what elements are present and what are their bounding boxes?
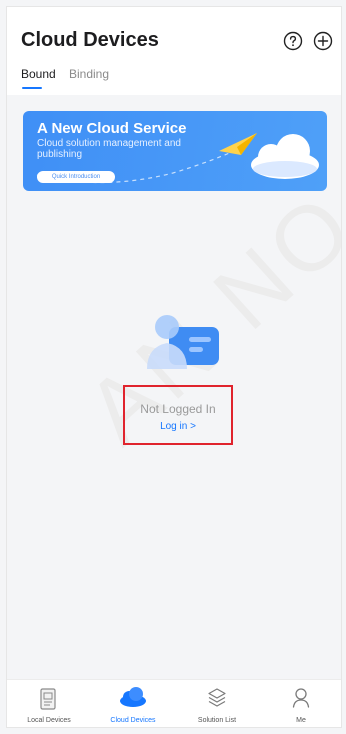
not-logged-in-illustration-icon <box>145 313 225 380</box>
nav-label-cloud-devices: Cloud Devices <box>110 717 156 724</box>
cloud-service-banner[interactable]: A New Cloud Service Cloud solution manag… <box>23 111 327 191</box>
help-circle-icon[interactable] <box>283 31 303 51</box>
page-title: Cloud Devices <box>21 29 159 51</box>
nav-label-me: Me <box>296 717 306 724</box>
banner-title: A New Cloud Service <box>37 120 187 137</box>
person-icon <box>291 687 311 714</box>
header: Cloud Devices Bound Binding <box>7 7 341 95</box>
app-frame: Cloud Devices Bound Binding A New Cloud … <box>6 6 342 728</box>
nav-label-local-devices: Local Devices <box>27 717 71 724</box>
tab-bound[interactable]: Bound <box>21 67 56 81</box>
active-tab-indicator <box>22 87 42 89</box>
local-devices-icon <box>39 688 57 715</box>
quick-introduction-button[interactable]: Quick Introduction <box>37 171 115 183</box>
tab-binding[interactable]: Binding <box>69 67 109 81</box>
nav-solution-list[interactable]: Solution List <box>175 680 259 727</box>
nav-local-devices[interactable]: Local Devices <box>7 680 91 727</box>
cloud-icon <box>119 686 147 713</box>
layers-icon <box>207 687 227 714</box>
login-highlight-box: Not Logged In Log in > <box>123 385 233 445</box>
not-logged-in-text: Not Logged In <box>140 402 216 416</box>
log-in-link[interactable]: Log in > <box>125 421 231 432</box>
bottom-nav: Local Devices Cloud Devices Solution Lis… <box>7 679 341 727</box>
nav-me[interactable]: Me <box>259 680 341 727</box>
nav-cloud-devices[interactable]: Cloud Devices <box>91 680 175 727</box>
banner-subtitle: Cloud solution management and publishing <box>37 138 181 160</box>
nav-label-solution-list: Solution List <box>197 717 237 724</box>
add-circle-icon[interactable] <box>313 31 333 51</box>
